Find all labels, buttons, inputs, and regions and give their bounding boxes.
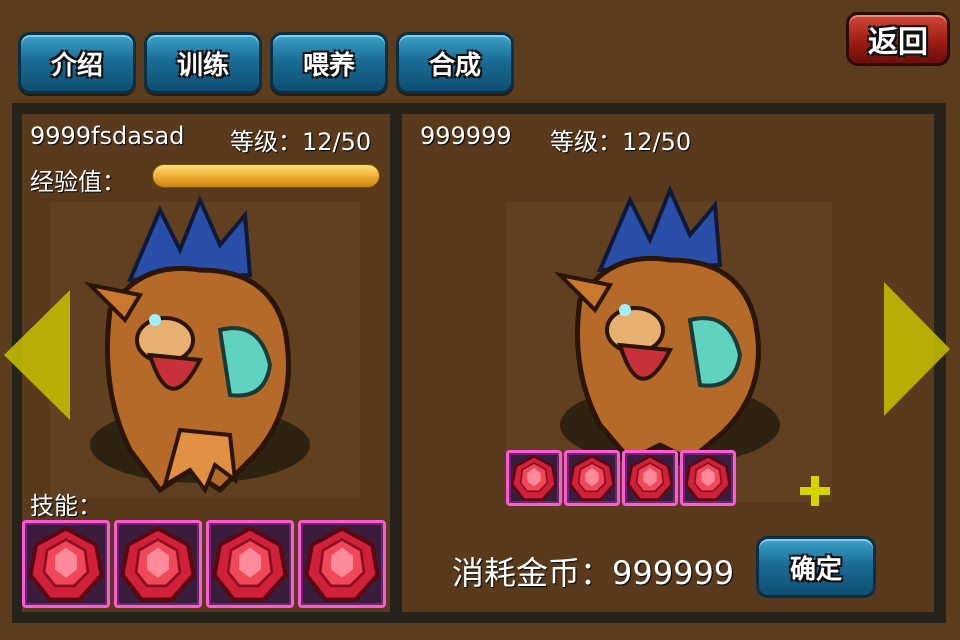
werewolf-pet-icon bbox=[83, 194, 310, 495]
ruby-gem-icon bbox=[120, 526, 196, 602]
skill-gem-slot[interactable] bbox=[206, 520, 294, 608]
skill-gem-slot[interactable] bbox=[298, 520, 386, 608]
ruby-gem-icon bbox=[304, 526, 380, 602]
next-arrow-icon[interactable] bbox=[882, 282, 952, 416]
ruby-gem-icon bbox=[569, 454, 616, 501]
material-gem-slot[interactable] bbox=[622, 450, 678, 506]
confirm-button[interactable]: 确定 bbox=[756, 536, 876, 598]
ruby-gem-icon bbox=[627, 454, 674, 501]
skills-label: 技能： bbox=[30, 492, 102, 520]
ruby-gem-icon bbox=[685, 454, 732, 501]
material-gem-slot[interactable] bbox=[564, 450, 620, 506]
ruby-gem-icon bbox=[511, 454, 558, 501]
prev-arrow-icon[interactable] bbox=[2, 290, 72, 420]
gold-cost-label: 消耗金币：999999 bbox=[452, 554, 735, 592]
skill-gem-slot[interactable] bbox=[114, 520, 202, 608]
tab-synthesize[interactable]: 合成 bbox=[396, 32, 514, 94]
ruby-gem-icon bbox=[28, 526, 104, 602]
back-button[interactable]: 返回 bbox=[846, 12, 950, 66]
left-pet-name: 9999fsdasad bbox=[30, 122, 185, 150]
tab-train[interactable]: 训练 bbox=[144, 32, 262, 94]
werewolf-pet-icon bbox=[553, 184, 780, 465]
tab-feed[interactable]: 喂养 bbox=[270, 32, 388, 94]
tab-intro[interactable]: 介绍 bbox=[18, 32, 136, 94]
right-pet-level: 等级：12/50 bbox=[550, 128, 692, 156]
material-gem-slot[interactable] bbox=[680, 450, 736, 506]
add-material-plus-icon[interactable] bbox=[798, 474, 832, 508]
right-pet-name: 999999 bbox=[420, 122, 512, 150]
ruby-gem-icon bbox=[212, 526, 288, 602]
skill-gem-slot[interactable] bbox=[22, 520, 110, 608]
left-pet-level: 等级：12/50 bbox=[230, 128, 372, 156]
exp-progress-bar bbox=[152, 164, 380, 188]
material-gem-slot[interactable] bbox=[506, 450, 562, 506]
